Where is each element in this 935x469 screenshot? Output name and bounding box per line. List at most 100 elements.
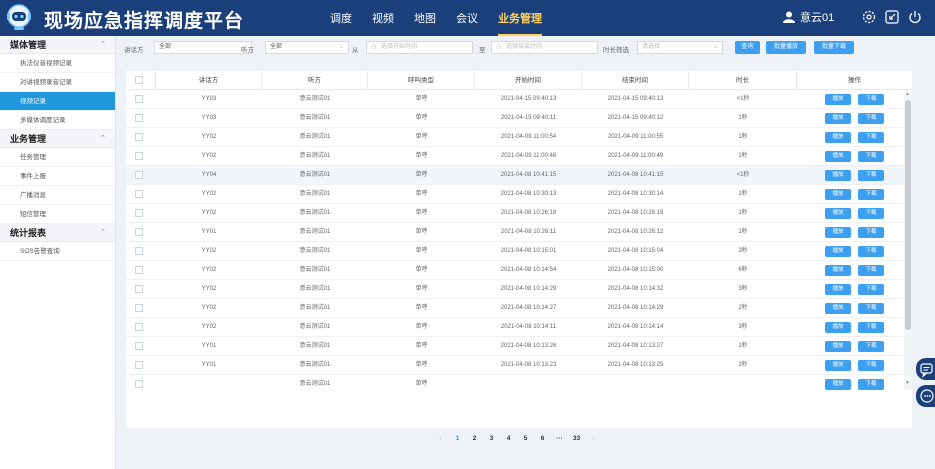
row-checkbox[interactable] [135, 152, 143, 160]
play-button[interactable]: 播放 [825, 151, 851, 162]
play-button[interactable]: 播放 [825, 265, 851, 276]
sidebar-item[interactable]: 短信管理 [0, 205, 115, 224]
chevron-up-icon[interactable]: ⌃ [100, 130, 106, 148]
page-button[interactable]: 2 [466, 435, 483, 442]
start-date-input[interactable]: ◷ 选择开始时间 [366, 41, 473, 54]
row-checkbox[interactable] [135, 323, 143, 331]
row-checkbox[interactable] [135, 209, 143, 217]
col-call-type[interactable]: 呼叫类型 [368, 71, 475, 90]
page-button[interactable]: 5 [517, 435, 534, 442]
table-row[interactable]: YY02 意云测试01 单呼 2021-04-08 10:30:13 2021-04-0… [126, 185, 906, 204]
play-button[interactable]: 播放 [825, 113, 851, 124]
search-button[interactable]: 查询 [735, 41, 760, 54]
table-row[interactable]: YY02 意云测试01 单呼 2021-04-09 11:00:48 2021-04-0… [126, 147, 906, 166]
table-row[interactable]: 意云测试01 单呼 播放 下载 [126, 375, 906, 390]
scroll-up-icon[interactable]: ▲ [905, 91, 910, 97]
download-button[interactable]: 下载 [858, 322, 884, 333]
table-row[interactable]: YY02 意云测试01 单呼 2021-04-08 10:26:18 2021-04-0… [126, 204, 906, 223]
table-row[interactable]: YY02 意云测试01 单呼 2021-04-08 10:15:01 2021-04-0… [126, 242, 906, 261]
table-row[interactable]: YY01 意云测试01 单呼 2021-04-08 10:26:11 2021-04-0… [126, 223, 906, 242]
page-button[interactable]: ··· [551, 435, 568, 442]
play-button[interactable]: 播放 [825, 379, 851, 390]
caller-select[interactable]: 全部 ⌄ [154, 41, 252, 54]
nav-item-3[interactable]: 会议 [456, 0, 478, 36]
download-button[interactable]: 下载 [858, 132, 884, 143]
table-scrollbar[interactable]: ▲ ▼ [904, 90, 912, 390]
row-checkbox[interactable] [135, 171, 143, 179]
download-button[interactable]: 下载 [858, 208, 884, 219]
row-checkbox[interactable] [135, 95, 143, 103]
download-button[interactable]: 下载 [858, 265, 884, 276]
page-button[interactable]: 6 [534, 435, 551, 442]
play-button[interactable]: 播放 [825, 246, 851, 257]
download-button[interactable]: 下载 [858, 360, 884, 371]
download-button[interactable]: 下载 [858, 284, 884, 295]
callee-select[interactable]: 全部 ⌄ [265, 41, 349, 54]
col-caller[interactable]: 讲话方 [156, 71, 262, 90]
play-button[interactable]: 播放 [825, 208, 851, 219]
batch-play-button[interactable]: 批量播放 [766, 41, 806, 54]
table-row[interactable]: YY03 意云测试01 单呼 2021-04-15 09:40:13 2021-04-1… [126, 90, 906, 109]
play-button[interactable]: 播放 [825, 227, 851, 238]
table-row[interactable]: YY02 意云测试01 单呼 2021-04-08 10:14:54 2021-04-0… [126, 261, 906, 280]
batch-download-button[interactable]: 批量下载 [814, 41, 854, 54]
sidebar-item[interactable]: 任务管理 [0, 148, 115, 167]
support-float-button[interactable] [916, 385, 935, 407]
sidebar-group-title[interactable]: 媒体管理 ⌃ [0, 36, 115, 54]
message-float-button[interactable] [916, 358, 935, 380]
download-button[interactable]: 下载 [858, 151, 884, 162]
page-button[interactable]: 4 [500, 435, 517, 442]
col-duration[interactable]: 时长 [689, 71, 797, 90]
row-checkbox[interactable] [135, 133, 143, 141]
gear-icon[interactable] [862, 10, 876, 24]
download-button[interactable]: 下载 [858, 170, 884, 181]
download-button[interactable]: 下载 [858, 341, 884, 352]
row-checkbox[interactable] [135, 380, 143, 388]
nav-item-4[interactable]: 业务管理 [498, 0, 542, 36]
download-button[interactable]: 下载 [858, 189, 884, 200]
play-button[interactable]: 播放 [825, 303, 851, 314]
play-button[interactable]: 播放 [825, 322, 851, 333]
scroll-down-icon[interactable]: ▼ [905, 380, 910, 386]
table-row[interactable]: YY02 意云测试01 单呼 2021-04-08 10:14:11 2021-04-0… [126, 318, 906, 337]
minimize-icon[interactable] [885, 10, 899, 24]
play-button[interactable]: 播放 [825, 189, 851, 200]
sidebar-item[interactable]: 视频记录 [0, 92, 115, 111]
row-checkbox[interactable] [135, 190, 143, 198]
user-menu[interactable]: 意云01 [783, 9, 834, 25]
row-checkbox[interactable] [135, 361, 143, 369]
next-page-button[interactable]: › [585, 435, 602, 442]
play-button[interactable]: 播放 [825, 170, 851, 181]
row-checkbox[interactable] [135, 266, 143, 274]
nav-item-1[interactable]: 视频 [372, 0, 394, 36]
duration-select[interactable]: 请选择 ⌄ [637, 41, 723, 54]
col-start-time[interactable]: 开始时间 [475, 71, 582, 90]
table-row[interactable]: YY01 意云测试01 单呼 2021-04-08 10:13:23 2021-04-0… [126, 356, 906, 375]
table-row[interactable]: YY01 意云测试01 单呼 2021-04-08 10:13:26 2021-04-0… [126, 337, 906, 356]
download-button[interactable]: 下载 [858, 227, 884, 238]
play-button[interactable]: 播放 [825, 360, 851, 371]
nav-item-2[interactable]: 地图 [414, 0, 436, 36]
table-row[interactable]: YY04 意云测试01 单呼 2021-04-08 10:41:15 2021-04-0… [126, 166, 906, 185]
download-button[interactable]: 下载 [858, 113, 884, 124]
sidebar-item[interactable]: SOS告警查询 [0, 242, 115, 261]
play-button[interactable]: 播放 [825, 341, 851, 352]
play-button[interactable]: 播放 [825, 94, 851, 105]
page-button[interactable]: 3 [483, 435, 500, 442]
download-button[interactable]: 下载 [858, 303, 884, 314]
chevron-up-icon[interactable]: ⌃ [100, 36, 106, 54]
play-button[interactable]: 播放 [825, 132, 851, 143]
nav-item-0[interactable]: 调度 [330, 0, 352, 36]
table-row[interactable]: YY03 意云测试01 单呼 2021-04-15 09:40:11 2021-04-1… [126, 109, 906, 128]
chevron-up-icon[interactable]: ⌃ [100, 224, 106, 242]
sidebar-group-title[interactable]: 业务管理 ⌃ [0, 130, 115, 148]
select-all-checkbox[interactable] [135, 76, 143, 84]
download-button[interactable]: 下载 [858, 379, 884, 390]
col-callee[interactable]: 听方 [262, 71, 368, 90]
row-checkbox[interactable] [135, 114, 143, 122]
table-row[interactable]: YY02 意云测试01 单呼 2021-04-08 10:14:27 2021-04-0… [126, 299, 906, 318]
sidebar-item[interactable]: 事件上报 [0, 167, 115, 186]
prev-page-button[interactable]: ‹ [432, 435, 449, 442]
sidebar-item[interactable]: 对讲视频录音记录 [0, 73, 115, 92]
power-icon[interactable] [908, 10, 922, 24]
